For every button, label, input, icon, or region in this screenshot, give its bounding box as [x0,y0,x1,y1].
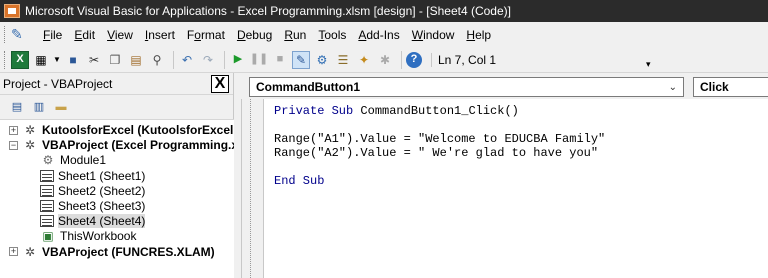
find-icon[interactable]: ⚲ [148,51,166,69]
menu-format[interactable]: Format [181,28,231,42]
project-pane-header: Project - VBAProject X [0,73,233,95]
menu-window[interactable]: Window [406,28,461,42]
chevron-down-icon[interactable]: ▼ [53,51,61,69]
menu-insert[interactable]: Insert [139,28,181,42]
cut-icon[interactable]: ✂ [85,51,103,69]
sheet-icon [40,184,54,197]
redo-icon[interactable]: ↷ [199,51,217,69]
menu-debug[interactable]: Debug [231,28,278,42]
code-line[interactable]: Range("A1").Value = "Welcome to EDUCBA F… [274,132,605,146]
code-line[interactable] [274,118,605,132]
tree-node[interactable]: Sheet1 (Sheet1) [40,168,145,184]
tree-node[interactable]: Sheet2 (Sheet2) [40,183,145,199]
menu-run[interactable]: Run [278,28,312,42]
menu-bar: File Edit View Insert Format Debug Run T… [0,22,768,47]
toolbar-separator [401,50,402,69]
menu-edit[interactable]: Edit [68,28,101,42]
code-margin-indicator-bar[interactable] [242,99,264,278]
vba-project-icon: ✲ [24,123,36,137]
collapse-icon[interactable]: − [9,140,18,150]
insert-module-icon[interactable]: ▦ [32,51,50,69]
design-mode-icon[interactable]: ✎ [292,50,310,69]
procedure-dropdown[interactable]: Click [693,77,768,97]
project-explorer-pane: Project - VBAProject X ▤ ▥ ▬ ▼ +✲Kutools… [0,73,234,278]
title-bar: Microsoft Visual Basic for Applications … [0,0,768,22]
menu-tools[interactable]: Tools [312,28,352,42]
tree-node[interactable]: Sheet4 (Sheet4) [40,213,146,229]
save-icon[interactable]: ■ [64,51,82,69]
vbe-menu-icon[interactable] [11,26,29,43]
copy-icon[interactable]: ❐ [106,51,124,69]
object-browser-icon[interactable]: ✦ [355,51,373,69]
workbook-icon: ▣ [42,229,54,244]
undo-icon[interactable]: ↶ [178,51,196,69]
tree-node[interactable]: ▣ ThisWorkbook [40,228,136,244]
toggle-folders-icon[interactable]: ▬ [52,99,70,115]
menu-add-ins[interactable]: Add-Ins [352,28,405,42]
module-icon: ⚙ [42,153,54,168]
sheet-icon [40,169,54,182]
standard-toolbar: X ▦ ▼ ■ ✂ ❐ ▤ ⚲ ↶ ↷ ▶ ❚❚ ■ ✎ ⚙ ☰ ✦ ✱ ? L… [0,47,768,73]
project-pane-toolbar: ▤ ▥ ▬ [0,95,233,118]
toolbar-options-icon[interactable]: ▾ [646,59,651,70]
sheet-icon [40,215,54,228]
tree-node-label: Sheet1 (Sheet1) [58,168,146,183]
menu-file[interactable]: File [37,28,68,42]
procedure-dropdown-value: Click [700,80,729,94]
chevron-down-icon[interactable]: ⌄ [669,82,677,93]
project-pane-title: Project - VBAProject [3,76,113,91]
reset-icon[interactable]: ■ [271,51,289,69]
tree-node[interactable]: Sheet3 (Sheet3) [40,198,145,214]
tree-node-label: VBAProject (Excel Programming.xlsi [42,138,234,153]
expand-icon[interactable]: + [9,125,18,135]
object-dropdown-value: CommandButton1 [256,80,360,94]
tree-node[interactable]: − ✲ VBAProject (Excel Programming.xlsi [9,137,234,153]
close-icon[interactable]: X [211,74,229,93]
paste-icon[interactable]: ▤ [127,51,145,69]
object-dropdown[interactable]: CommandButton1 ⌄ [249,77,684,97]
code-lines[interactable]: Private Sub CommandButton1_Click() Range(… [274,104,605,188]
help-icon[interactable]: ? [406,51,422,68]
menu-view[interactable]: View [101,28,139,42]
view-object-icon[interactable]: ▥ [30,99,48,115]
tree-node[interactable]: + ✲ KutoolsforExcel (KutoolsforExcel.xla [9,122,234,138]
tree-node-label: Sheet2 (Sheet2) [58,183,146,198]
code-line[interactable]: End Sub [274,174,605,188]
tree-node-label: ThisWorkbook [60,229,137,244]
toolbar-separator [224,50,225,69]
view-code-icon[interactable]: ▤ [8,99,26,115]
project-explorer-icon[interactable]: ⚙ [313,51,331,69]
toolbar-grip[interactable] [4,50,7,69]
code-line[interactable] [274,160,605,174]
vba-project-icon: ✲ [24,244,36,259]
excel-icon[interactable]: X [11,50,29,69]
tree-node-label: Sheet4 (Sheet4) [58,214,146,229]
tree-node-label: Module1 [60,153,107,168]
window-title: Microsoft Visual Basic for Applications … [25,4,511,18]
vba-app-icon[interactable] [4,4,20,18]
run-icon[interactable]: ▶ [229,51,247,69]
break-icon[interactable]: ❚❚ [250,51,268,69]
menu-help[interactable]: Help [460,28,497,42]
code-editor[interactable]: Private Sub CommandButton1_Click() Range(… [241,99,768,278]
vba-project-icon: ✲ [24,138,36,153]
cursor-position: Ln 7, Col 1 [431,52,496,67]
menubar-grip[interactable] [4,26,7,43]
expand-icon[interactable]: + [9,247,18,257]
tree-node-label: KutoolsforExcel (KutoolsforExcel.xla [42,123,234,137]
toolbox-icon[interactable]: ✱ [376,51,394,69]
tree-node-label: VBAProject (FUNCRES.XLAM) [42,244,215,259]
tree-node[interactable]: ⚙ Module1 [40,152,106,168]
toolbar-separator [173,50,174,69]
tree-node-label: Sheet3 (Sheet3) [58,199,146,213]
tree-node[interactable]: + ✲ VBAProject (FUNCRES.XLAM) [9,244,215,260]
project-tree: + ✲ KutoolsforExcel (KutoolsforExcel.xla − ✲… [0,119,234,278]
sheet-icon [40,200,54,212]
properties-icon[interactable]: ☰ [334,51,352,69]
code-line[interactable]: Range("A2").Value = " We're glad to have… [274,146,605,160]
code-line[interactable]: Private Sub CommandButton1_Click() [274,104,605,118]
